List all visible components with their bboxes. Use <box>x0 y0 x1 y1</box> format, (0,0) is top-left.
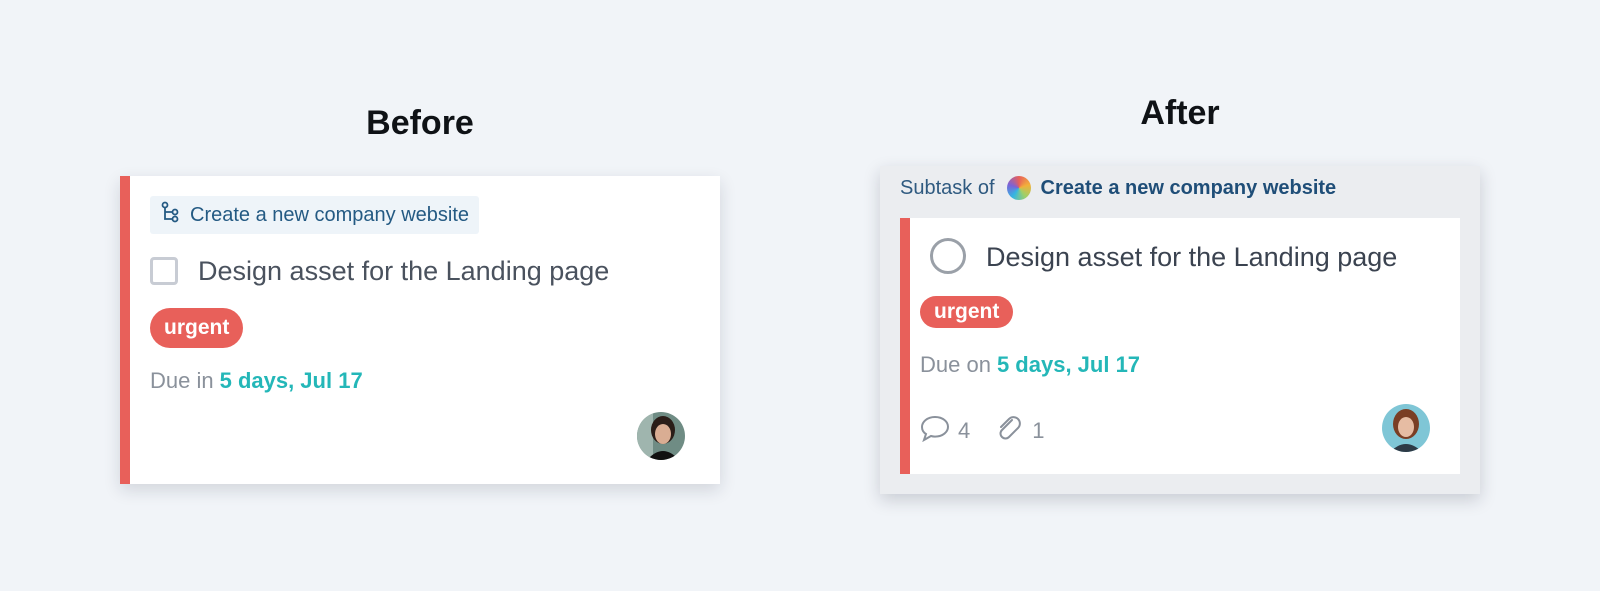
due-value[interactable]: 5 days, Jul 17 <box>220 368 363 393</box>
before-heading: Before <box>366 104 474 142</box>
due-date: Due on 5 days, Jul 17 <box>920 352 1140 378</box>
assignee-avatar[interactable] <box>637 412 685 460</box>
speech-bubble-icon <box>920 414 950 448</box>
priority-stripe <box>120 176 130 484</box>
before-task-card[interactable]: Create a new company website Design asse… <box>120 176 720 484</box>
task-card-body[interactable]: Design asset for the Landing page urgent… <box>900 218 1460 474</box>
paperclip-icon <box>994 414 1024 448</box>
assignee-avatar[interactable] <box>1382 404 1430 452</box>
after-heading: After <box>1140 94 1220 132</box>
task-checkbox[interactable] <box>150 257 178 285</box>
due-label: Due in <box>150 368 214 393</box>
attachments-count: 1 <box>1032 418 1045 443</box>
due-label: Due on <box>920 352 991 377</box>
subtask-label: Subtask of <box>900 176 995 199</box>
attachments-indicator[interactable]: 1 <box>994 414 1045 448</box>
task-meta-row: 4 1 <box>920 414 1059 448</box>
urgent-tag[interactable]: urgent <box>920 296 1014 328</box>
urgent-tag[interactable]: urgent <box>150 308 244 348</box>
comments-indicator[interactable]: 4 <box>920 414 970 448</box>
comments-count: 4 <box>958 418 971 443</box>
subtask-of-line: Subtask of Create a new company website <box>900 176 1336 200</box>
parent-task-link[interactable]: Create a new company website <box>190 204 469 227</box>
task-title[interactable]: Design asset for the Landing page <box>986 242 1397 273</box>
color-wheel-icon <box>1006 176 1031 200</box>
priority-stripe <box>900 218 910 474</box>
subtask-tree-icon <box>160 201 180 229</box>
due-value[interactable]: 5 days, Jul 17 <box>997 352 1140 377</box>
parent-task-chip[interactable]: Create a new company website <box>150 196 480 234</box>
due-date: Due in 5 days, Jul 17 <box>150 368 363 394</box>
task-title[interactable]: Design asset for the Landing page <box>198 256 609 287</box>
task-complete-checkbox[interactable] <box>930 238 966 274</box>
after-task-card[interactable]: Subtask of Create a new company website … <box>880 166 1480 494</box>
parent-task-link[interactable]: Create a new company website <box>1041 177 1337 200</box>
